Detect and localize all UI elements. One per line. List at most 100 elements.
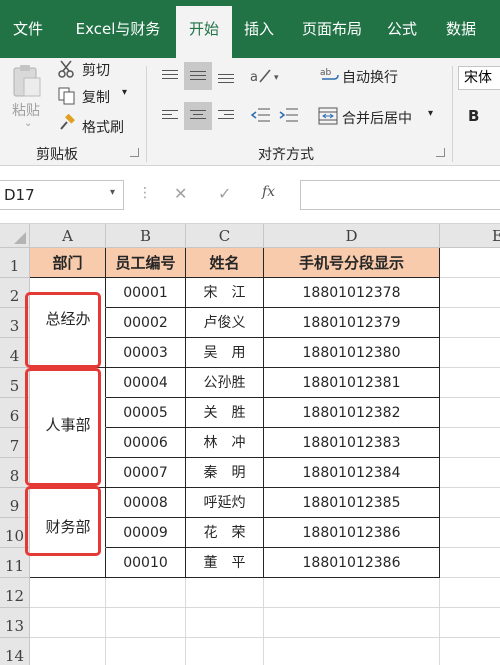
table-cell[interactable] xyxy=(186,578,264,608)
row-header[interactable]: 13 xyxy=(0,608,30,638)
align-right-button[interactable] xyxy=(212,102,240,130)
phone-cell[interactable]: 18801012385 xyxy=(264,488,440,518)
font-name-input[interactable]: 宋体 xyxy=(458,66,500,90)
clipboard-launcher-icon[interactable] xyxy=(130,148,139,157)
phone-cell[interactable]: 18801012380 xyxy=(264,338,440,368)
table-cell[interactable] xyxy=(440,578,500,608)
header-cell-emp-id[interactable]: 员工编号 xyxy=(106,248,186,278)
table-cell[interactable] xyxy=(440,638,500,665)
name-cell[interactable]: 宋 江 xyxy=(186,278,264,308)
copy-dropdown-icon[interactable]: ▾ xyxy=(122,87,127,98)
phone-cell[interactable]: 18801012378 xyxy=(264,278,440,308)
table-cell[interactable] xyxy=(440,518,500,548)
name-cell[interactable]: 呼延灼 xyxy=(186,488,264,518)
phone-cell[interactable]: 18801012381 xyxy=(264,368,440,398)
row-header[interactable]: 12 xyxy=(0,578,30,608)
phone-cell[interactable]: 18801012386 xyxy=(264,548,440,578)
table-cell[interactable] xyxy=(264,578,440,608)
header-cell-phone[interactable]: 手机号分段显示 xyxy=(264,248,440,278)
name-box[interactable]: D17 xyxy=(0,180,124,210)
decrease-indent-icon[interactable] xyxy=(250,106,272,126)
tab-insert[interactable]: 插入 xyxy=(234,0,284,58)
paste-dropdown-icon[interactable]: ⌄ xyxy=(24,118,32,129)
emp-id-cell[interactable]: 00006 xyxy=(106,428,186,458)
table-cell[interactable] xyxy=(30,578,106,608)
table-cell[interactable] xyxy=(30,638,106,665)
enter-icon[interactable]: ✓ xyxy=(218,184,231,203)
tab-data[interactable]: 数据 xyxy=(432,0,490,58)
name-cell[interactable]: 秦 明 xyxy=(186,458,264,488)
table-cell[interactable] xyxy=(440,398,500,428)
tab-home[interactable]: 开始 xyxy=(176,6,232,58)
column-header-c[interactable]: C xyxy=(186,224,264,248)
table-cell[interactable] xyxy=(106,638,186,665)
tab-excel-finance[interactable]: Excel与财务 xyxy=(64,0,172,58)
table-cell[interactable] xyxy=(440,458,500,488)
paste-button[interactable]: 粘贴 xyxy=(12,100,40,120)
table-cell[interactable] xyxy=(440,368,500,398)
bold-button[interactable]: B xyxy=(468,107,479,125)
phone-cell[interactable]: 18801012383 xyxy=(264,428,440,458)
name-cell[interactable]: 公孙胜 xyxy=(186,368,264,398)
tab-page-layout[interactable]: 页面布局 xyxy=(290,0,374,58)
cancel-icon[interactable]: ✕ xyxy=(174,184,187,203)
table-cell[interactable] xyxy=(440,548,500,578)
align-left-button[interactable] xyxy=(156,102,184,130)
column-header-a[interactable]: A xyxy=(30,224,106,248)
emp-id-cell[interactable]: 00002 xyxy=(106,308,186,338)
header-cell-dept[interactable]: 部门 xyxy=(30,248,106,278)
table-cell[interactable] xyxy=(186,638,264,665)
alignment-launcher-icon[interactable] xyxy=(436,148,445,157)
tab-formulas[interactable]: 公式 xyxy=(376,0,428,58)
merge-center-button[interactable]: 合并后居中 xyxy=(342,108,412,128)
name-cell[interactable]: 关 胜 xyxy=(186,398,264,428)
emp-id-cell[interactable]: 00008 xyxy=(106,488,186,518)
name-cell[interactable]: 卢俊义 xyxy=(186,308,264,338)
select-all-button[interactable] xyxy=(0,224,30,248)
emp-id-cell[interactable]: 00004 xyxy=(106,368,186,398)
table-cell[interactable] xyxy=(264,608,440,638)
table-cell[interactable] xyxy=(440,608,500,638)
column-header-e[interactable]: E xyxy=(440,224,500,248)
copy-button[interactable]: 复制 xyxy=(82,87,110,107)
phone-cell[interactable]: 18801012379 xyxy=(264,308,440,338)
table-cell[interactable] xyxy=(186,608,264,638)
name-cell[interactable]: 花 荣 xyxy=(186,518,264,548)
table-cell[interactable] xyxy=(106,608,186,638)
emp-id-cell[interactable]: 00007 xyxy=(106,458,186,488)
table-cell[interactable] xyxy=(440,278,500,308)
table-cell[interactable] xyxy=(440,338,500,368)
name-cell[interactable]: 林 冲 xyxy=(186,428,264,458)
row-header[interactable]: 1 xyxy=(0,248,30,278)
paste-icon[interactable] xyxy=(12,64,42,98)
emp-id-cell[interactable]: 00010 xyxy=(106,548,186,578)
format-painter-button[interactable]: 格式刷 xyxy=(82,117,124,137)
table-cell[interactable] xyxy=(440,248,500,278)
align-center-button[interactable] xyxy=(184,102,212,130)
phone-cell[interactable]: 18801012382 xyxy=(264,398,440,428)
emp-id-cell[interactable]: 00001 xyxy=(106,278,186,308)
insert-function-button[interactable]: fx xyxy=(262,184,275,200)
tab-file[interactable]: 文件 xyxy=(0,0,56,58)
orientation-icon[interactable]: a ▾ xyxy=(250,66,284,86)
merge-dropdown-icon[interactable]: ▾ xyxy=(428,108,433,119)
column-header-d[interactable]: D xyxy=(264,224,440,248)
row-header[interactable]: 14 xyxy=(0,638,30,665)
table-cell[interactable] xyxy=(30,608,106,638)
increase-indent-icon[interactable] xyxy=(278,106,300,126)
worksheet-grid[interactable]: A B C D E 1 2 3 4 5 6 7 8 9 10 11 12 13 14 部门 员工编号 姓名 手机… xyxy=(0,224,500,665)
wrap-text-button[interactable]: 自动换行 xyxy=(342,67,398,87)
column-header-b[interactable]: B xyxy=(106,224,186,248)
formula-input[interactable] xyxy=(300,180,500,210)
table-cell[interactable] xyxy=(440,308,500,338)
emp-id-cell[interactable]: 00009 xyxy=(106,518,186,548)
table-cell[interactable] xyxy=(264,638,440,665)
table-cell[interactable] xyxy=(440,488,500,518)
align-top-button[interactable] xyxy=(156,62,184,90)
phone-cell[interactable]: 18801012384 xyxy=(264,458,440,488)
align-bottom-button[interactable] xyxy=(212,62,240,90)
emp-id-cell[interactable]: 00005 xyxy=(106,398,186,428)
cut-button[interactable]: 剪切 xyxy=(82,60,110,80)
name-box-dropdown-icon[interactable]: ▾ xyxy=(110,187,115,198)
align-middle-button[interactable] xyxy=(184,62,212,90)
